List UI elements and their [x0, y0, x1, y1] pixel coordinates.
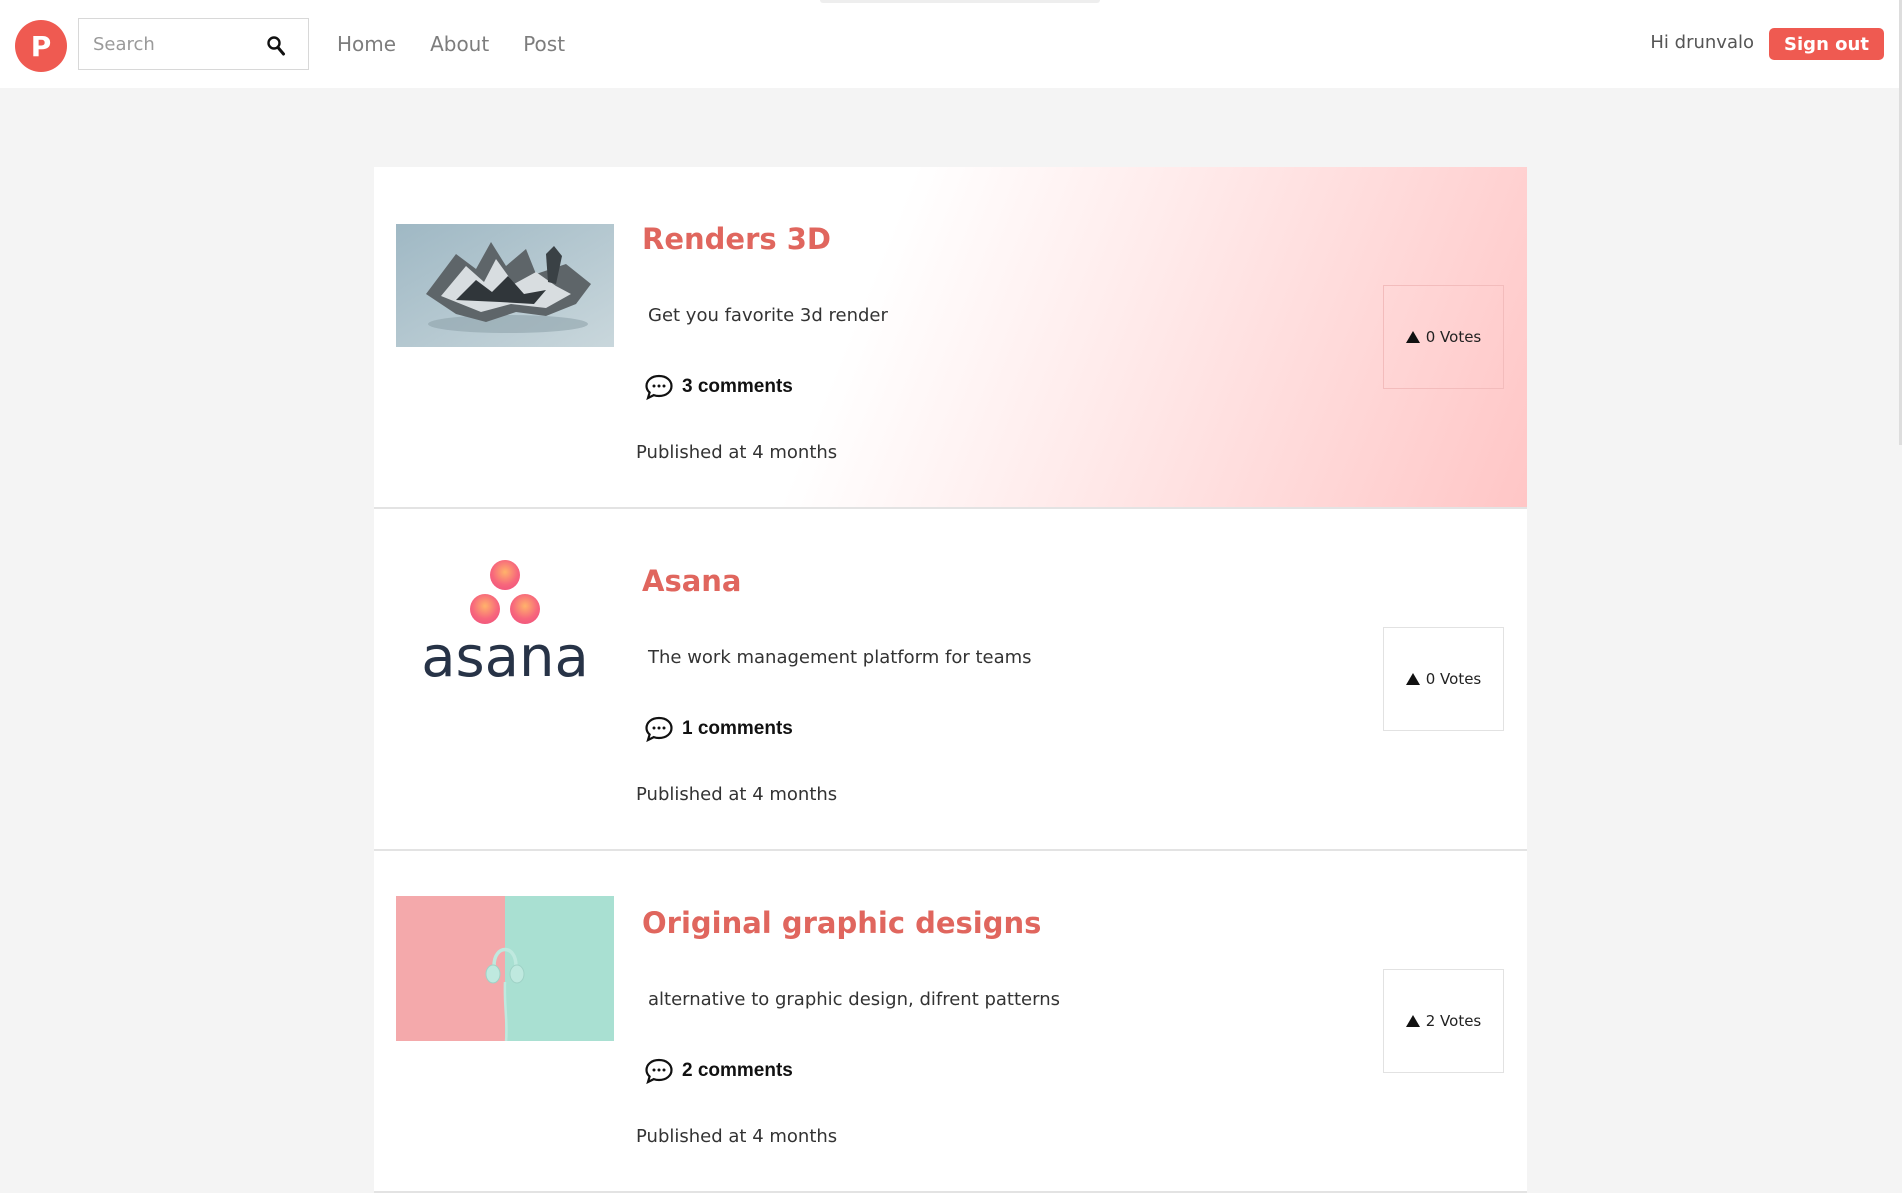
top-navbar: P Home About Post Hi drunvalo Sign out: [0, 0, 1902, 88]
post-feed: Renders 3D Get you favorite 3d render 3 …: [374, 167, 1527, 1193]
upvote-triangle-icon: [1405, 1015, 1420, 1027]
upvote-button[interactable]: 2 Votes: [1383, 969, 1504, 1073]
comment-icon: [645, 1058, 673, 1085]
post-thumbnail-3d-render[interactable]: [396, 224, 614, 347]
comments-count: 2 comments: [682, 1060, 793, 1081]
comments-count: 3 comments: [682, 376, 793, 397]
post-comments-link[interactable]: 1 comments: [644, 715, 793, 743]
upvote-triangle-icon: [1405, 673, 1420, 685]
post-description: Get you favorite 3d render: [648, 305, 888, 326]
post-thumbnail-headphones[interactable]: [396, 896, 614, 1041]
post-title[interactable]: Original graphic designs: [642, 906, 1041, 940]
upvote-button[interactable]: 0 Votes: [1383, 627, 1504, 731]
sign-out-button[interactable]: Sign out: [1769, 28, 1884, 60]
post-published-date: Published at 4 months: [636, 784, 838, 805]
nav-post[interactable]: Post: [523, 30, 565, 58]
nav-home[interactable]: Home: [337, 30, 396, 58]
post-description: alternative to graphic design, difrent p…: [648, 989, 1060, 1010]
vote-count: 0 Votes: [1425, 670, 1482, 688]
post-published-date: Published at 4 months: [636, 442, 838, 463]
comment-icon: [645, 374, 673, 401]
post-description: The work management platform for teams: [648, 647, 1032, 668]
comments-count: 1 comments: [682, 718, 793, 739]
brand-logo[interactable]: P: [15, 20, 67, 72]
user-greeting: Hi drunvalo: [1650, 32, 1754, 53]
main-nav: Home About Post: [337, 30, 565, 58]
vote-count: 2 Votes: [1425, 1012, 1482, 1030]
post-comments-link[interactable]: 3 comments: [644, 373, 793, 401]
post-card: asana Asana The work management platform…: [374, 509, 1527, 851]
vote-count: 0 Votes: [1425, 328, 1482, 346]
post-published-date: Published at 4 months: [636, 1126, 838, 1147]
post-title[interactable]: Asana: [642, 564, 742, 598]
upvote-triangle-icon: [1405, 331, 1420, 343]
post-thumbnail-asana-logo[interactable]: asana: [396, 559, 614, 689]
nav-about[interactable]: About: [430, 30, 489, 58]
search-input[interactable]: [79, 19, 259, 69]
top-shadow-divider: [820, 0, 1100, 3]
comment-icon: [645, 716, 673, 743]
post-comments-link[interactable]: 2 comments: [644, 1057, 793, 1085]
post-title[interactable]: Renders 3D: [642, 222, 831, 256]
search-box: [78, 18, 309, 70]
post-card: Original graphic designs alternative to …: [374, 851, 1527, 1193]
asana-logo-text: asana: [421, 625, 589, 689]
upvote-button[interactable]: 0 Votes: [1383, 285, 1504, 389]
search-icon[interactable]: [266, 35, 286, 57]
post-card: Renders 3D Get you favorite 3d render 3 …: [374, 167, 1527, 509]
